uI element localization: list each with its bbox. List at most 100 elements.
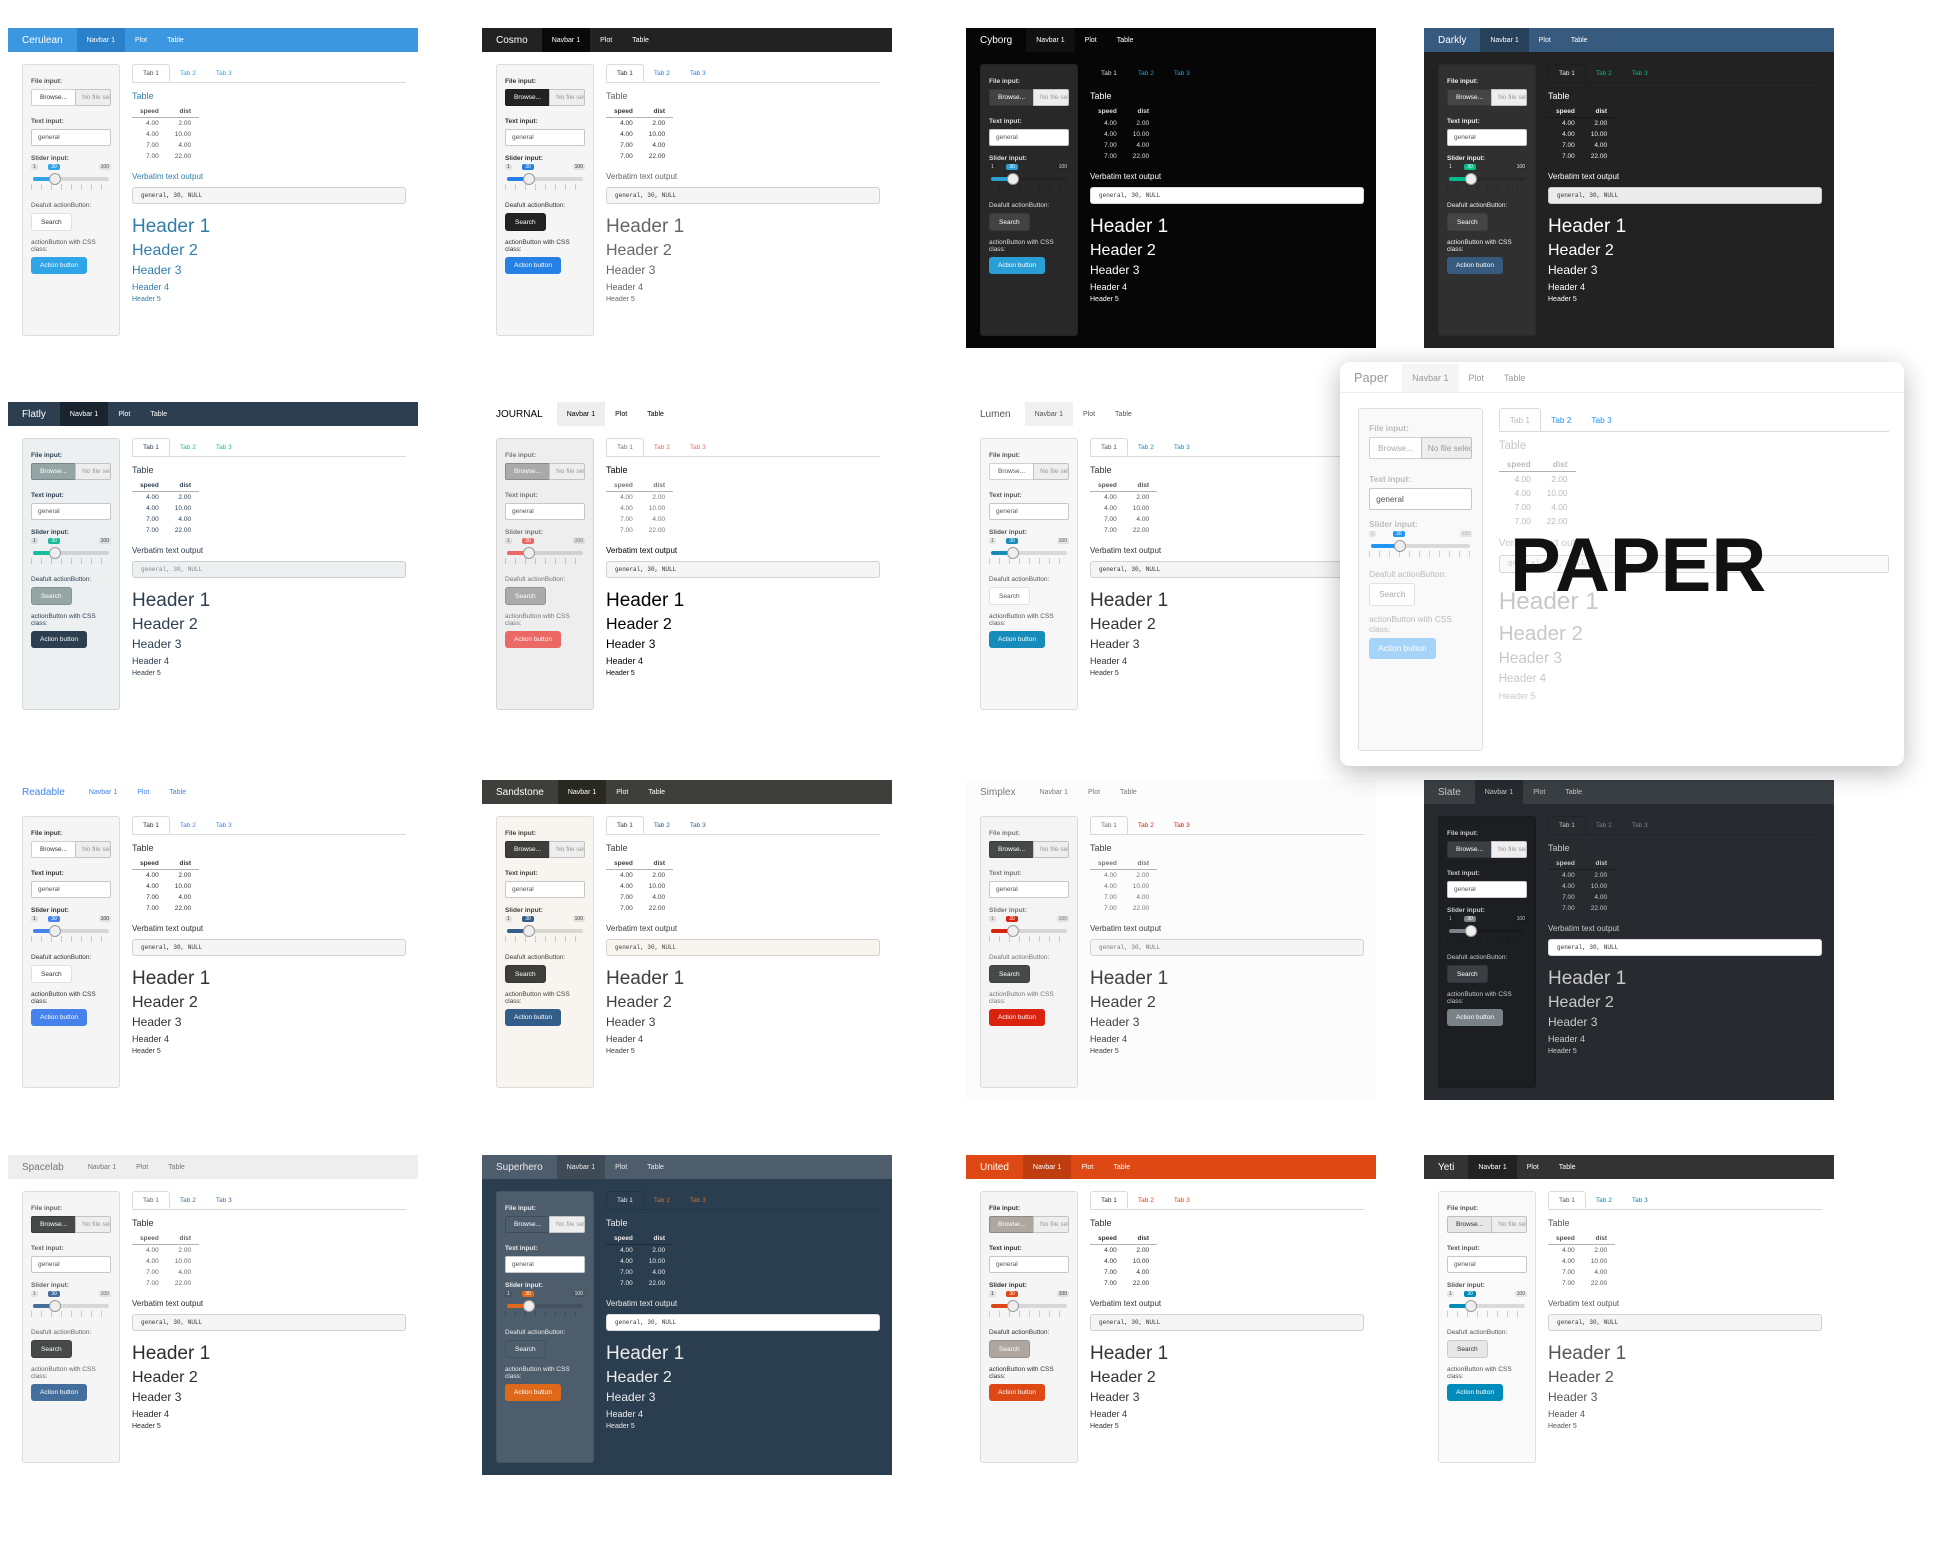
tab-3[interactable]: Tab 3 (1622, 816, 1658, 834)
file-input[interactable]: Browse...No file selected (505, 463, 585, 480)
navbar-item-plot[interactable]: Plot (127, 780, 159, 804)
tab-2[interactable]: Tab 2 (644, 816, 680, 834)
tab-2[interactable]: Tab 2 (644, 64, 680, 82)
text-input[interactable]: general (31, 881, 111, 898)
file-input[interactable]: Browse...No file selected (989, 841, 1069, 858)
navbar-brand[interactable]: Yeti (1424, 1162, 1468, 1173)
file-input[interactable]: Browse...No file selected (31, 841, 111, 858)
tab-2[interactable]: Tab 2 (170, 816, 206, 834)
slider-input[interactable]: 1 100 30 (1447, 1291, 1527, 1321)
tab-1[interactable]: Tab 1 (132, 438, 170, 456)
navbar-brand[interactable]: Slate (1424, 787, 1475, 798)
text-input[interactable]: general (1369, 488, 1473, 511)
search-button[interactable]: Search (31, 1340, 72, 1358)
browse-button[interactable]: Browse... (989, 841, 1034, 858)
search-button[interactable]: Search (1447, 213, 1488, 231)
navbar-brand[interactable]: Cosmo (482, 35, 542, 46)
browse-button[interactable]: Browse... (505, 463, 550, 480)
navbar-item-table[interactable]: Table (1494, 364, 1535, 392)
tab-1[interactable]: Tab 1 (1548, 1191, 1586, 1209)
action-button[interactable]: Action button (31, 257, 87, 274)
search-button[interactable]: Search (989, 213, 1030, 231)
tab-3[interactable]: Tab 3 (1622, 1191, 1658, 1209)
slider-input[interactable]: 1 100 30 (505, 538, 585, 568)
tab-2[interactable]: Tab 2 (170, 438, 206, 456)
navbar-item-navbar-1[interactable]: Navbar 1 (76, 28, 125, 52)
tab-1[interactable]: Tab 1 (1498, 408, 1542, 432)
navbar-item-plot[interactable]: Plot (1073, 402, 1105, 426)
file-input[interactable]: Browse...No file selected (505, 89, 585, 106)
slider-input[interactable]: 1 100 30 (1447, 916, 1527, 946)
navbar-item-navbar-1[interactable]: Navbar 1 (1024, 402, 1073, 426)
tab-3[interactable]: Tab 3 (1581, 408, 1621, 431)
text-input[interactable]: general (31, 503, 111, 520)
action-button[interactable]: Action button (505, 1384, 561, 1401)
text-input[interactable]: general (1447, 881, 1527, 898)
browse-button[interactable]: Browse... (31, 89, 76, 106)
tab-3[interactable]: Tab 3 (680, 438, 716, 456)
navbar-item-plot[interactable]: Plot (1075, 28, 1107, 52)
file-input[interactable]: Browse...No file selected (505, 1216, 585, 1233)
browse-button[interactable]: Browse... (1369, 437, 1421, 459)
tab-1[interactable]: Tab 1 (606, 438, 644, 456)
search-button[interactable]: Search (1369, 583, 1416, 606)
file-input[interactable]: Browse...No file selected (1369, 437, 1473, 459)
tab-2[interactable]: Tab 2 (170, 1191, 206, 1209)
slider-input[interactable]: 1 100 30 (505, 916, 585, 946)
text-input[interactable]: general (31, 1256, 111, 1273)
file-input[interactable]: Browse...No file selected (1447, 1216, 1527, 1233)
tab-1[interactable]: Tab 1 (132, 816, 170, 834)
slider-input[interactable]: 1 100 30 (989, 1291, 1069, 1321)
navbar-item-plot[interactable]: Plot (605, 1155, 637, 1179)
search-button[interactable]: Search (505, 1340, 546, 1358)
navbar-item-navbar-1[interactable]: Navbar 1 (1402, 364, 1459, 392)
navbar-item-table[interactable]: Table (140, 402, 177, 426)
tab-2[interactable]: Tab 2 (1586, 64, 1622, 82)
tab-2[interactable]: Tab 2 (644, 438, 680, 456)
tab-1[interactable]: Tab 1 (1090, 1191, 1128, 1209)
tab-2[interactable]: Tab 2 (1541, 408, 1581, 431)
navbar-item-plot[interactable]: Plot (1529, 28, 1561, 52)
navbar-brand[interactable]: Spacelab (8, 1162, 78, 1173)
navbar-item-plot[interactable]: Plot (1078, 780, 1110, 804)
browse-button[interactable]: Browse... (989, 89, 1034, 106)
tab-2[interactable]: Tab 2 (1586, 816, 1622, 834)
navbar-item-plot[interactable]: Plot (1459, 364, 1494, 392)
navbar-brand[interactable]: Lumen (966, 409, 1025, 420)
file-input[interactable]: Browse...No file selected (31, 89, 111, 106)
action-button[interactable]: Action button (989, 1384, 1045, 1401)
file-input[interactable]: Browse...No file selected (1447, 89, 1527, 106)
tab-3[interactable]: Tab 3 (206, 816, 242, 834)
text-input[interactable]: general (505, 503, 585, 520)
navbar-item-navbar-1[interactable]: Navbar 1 (1480, 28, 1529, 52)
tab-3[interactable]: Tab 3 (680, 816, 716, 834)
browse-button[interactable]: Browse... (505, 841, 550, 858)
navbar-item-navbar-1[interactable]: Navbar 1 (556, 1155, 606, 1179)
browse-button[interactable]: Browse... (505, 1216, 550, 1233)
browse-button[interactable]: Browse... (31, 463, 76, 480)
text-input[interactable]: general (31, 129, 111, 146)
slider-input[interactable]: 1 100 30 (989, 916, 1069, 946)
slider-input[interactable]: 1 100 30 (31, 538, 111, 568)
search-button[interactable]: Search (505, 587, 546, 605)
navbar-item-navbar-1[interactable]: Navbar 1 (1029, 780, 1078, 804)
search-button[interactable]: Search (989, 965, 1030, 983)
text-input[interactable]: general (505, 1256, 585, 1273)
navbar-item-plot[interactable]: Plot (126, 1155, 158, 1179)
navbar-item-navbar-1[interactable]: Navbar 1 (1474, 780, 1524, 804)
file-input[interactable]: Browse...No file selected (989, 1216, 1069, 1233)
slider-input[interactable]: 1 100 30 (1369, 531, 1473, 561)
navbar-item-plot[interactable]: Plot (605, 402, 637, 426)
tab-2[interactable]: Tab 2 (1128, 1191, 1164, 1209)
search-button[interactable]: Search (505, 965, 546, 983)
text-input[interactable]: general (989, 129, 1069, 146)
slider-input[interactable]: 1 100 30 (505, 164, 585, 194)
navbar-item-table[interactable]: Table (637, 402, 674, 426)
navbar-item-navbar-1[interactable]: Navbar 1 (1026, 28, 1075, 52)
action-button[interactable]: Action button (31, 1384, 87, 1401)
file-input[interactable]: Browse...No file selected (31, 463, 111, 480)
tab-1[interactable]: Tab 1 (132, 1191, 170, 1209)
navbar-item-table[interactable]: Table (1107, 28, 1144, 52)
tab-1[interactable]: Tab 1 (1090, 816, 1128, 834)
navbar-item-table[interactable]: Table (622, 28, 659, 52)
